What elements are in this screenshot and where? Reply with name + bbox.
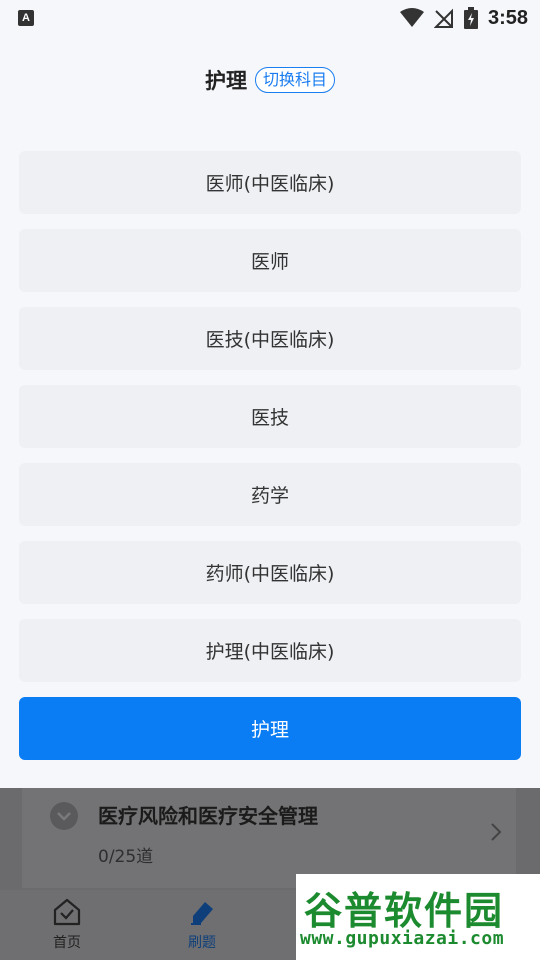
subject-sheet: 护理 切换科目 医师(中医临床) 医师 医技(中医临床) 医技 药学 药师(中医… — [0, 36, 540, 788]
subject-list: 医师(中医临床) 医师 医技(中医临床) 医技 药学 药师(中医临床) 护理(中… — [19, 151, 521, 775]
battery-charging-icon — [463, 7, 478, 29]
tab-practice[interactable]: 刷题 — [162, 898, 242, 952]
switch-subject-button[interactable]: 切换科目 — [254, 67, 335, 93]
watermark-text: 谷普软件园 — [304, 889, 505, 933]
subject-option[interactable]: 医师(中医临床) — [19, 151, 521, 214]
subject-option[interactable]: 医技 — [19, 385, 521, 448]
no-signal-icon — [433, 8, 453, 28]
subject-option-selected[interactable]: 护理 — [19, 697, 521, 760]
clock: 3:58 — [487, 6, 528, 29]
watermark: 谷普软件园 www.gupuxiazai.com — [296, 874, 540, 960]
pencil-icon — [191, 902, 213, 925]
subject-option[interactable]: 医师 — [19, 229, 521, 292]
chevron-right-icon — [491, 823, 502, 841]
collapse-icon — [50, 802, 78, 830]
status-bar: A 3:58 — [0, 0, 540, 36]
subject-option[interactable]: 护理(中医临床) — [19, 619, 521, 682]
tab-label: 首页 — [53, 935, 81, 951]
home-check-icon — [53, 898, 81, 926]
page-title: 护理 — [204, 69, 247, 93]
tab-home[interactable]: 首页 — [27, 898, 107, 952]
chapter-progress: 0/25道 — [98, 847, 154, 867]
chapter-title: 医疗风险和医疗安全管理 — [98, 804, 318, 828]
subject-option[interactable]: 医技(中医临床) — [19, 307, 521, 370]
watermark-url: www.gupuxiazai.com — [300, 928, 505, 949]
chapter-card[interactable]: 医疗风险和医疗安全管理 0/25道 — [22, 788, 516, 888]
status-icons: 3:58 — [399, 6, 528, 30]
subject-option[interactable]: 药师(中医临床) — [19, 541, 521, 604]
notification-icon: A — [18, 10, 34, 26]
subject-option[interactable]: 药学 — [19, 463, 521, 526]
sheet-header: 护理 切换科目 — [0, 36, 540, 124]
wifi-icon — [399, 8, 424, 27]
tab-label: 刷题 — [188, 935, 216, 951]
